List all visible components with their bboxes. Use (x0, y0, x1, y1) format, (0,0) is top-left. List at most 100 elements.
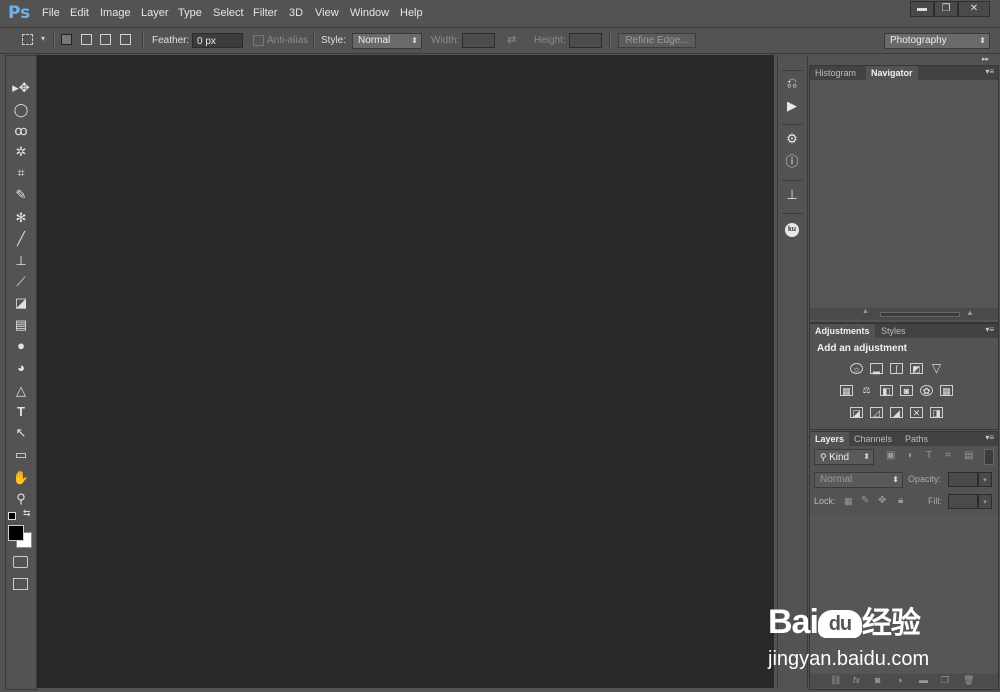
channel-mixer-icon[interactable]: ✿ (920, 385, 933, 396)
brush-tool-icon[interactable]: ╱ (10, 229, 32, 249)
history-brush-tool-icon[interactable]: ⟋ (10, 272, 32, 292)
clone-stamp-tool-icon[interactable]: ⊥ (10, 251, 32, 271)
zoom-out-icon[interactable]: ▲ (862, 308, 869, 315)
fill-input[interactable] (948, 494, 978, 509)
tab-adjustments[interactable]: Adjustments (810, 324, 875, 338)
dodge-tool-icon[interactable]: ◕ (10, 358, 32, 378)
add-selection-icon[interactable] (81, 34, 92, 45)
actions-play-icon[interactable]: ▶ (784, 98, 800, 114)
gradient-map-icon[interactable]: ◨ (930, 407, 943, 418)
pixel-filter-icon[interactable]: ▣ (886, 450, 895, 461)
hue-saturation-icon[interactable]: ▦ (840, 385, 853, 396)
close-button[interactable]: ✕ (958, 1, 990, 17)
layer-mask-icon[interactable]: ◙ (875, 675, 880, 685)
new-group-icon[interactable]: ▬ (919, 675, 928, 685)
lock-all-icon[interactable]: 🔒︎ (898, 495, 903, 506)
workspace-select[interactable]: Photography ⬍ (884, 33, 990, 49)
layer-filter-select[interactable]: ⚲ Kind ⬍ (814, 449, 874, 465)
delete-layer-icon[interactable]: 🗑︎ (963, 675, 974, 686)
info-icon[interactable]: ⓘ (784, 154, 800, 170)
shape-filter-icon[interactable]: ⌗ (945, 450, 951, 461)
brightness-contrast-icon[interactable]: ☼ (850, 363, 863, 374)
kuler-icon[interactable]: ku (785, 223, 799, 237)
marquee-tool-icon[interactable]: ◯ (10, 100, 32, 120)
blend-mode-select[interactable]: Normal ⬍ (814, 472, 903, 488)
screen-mode-icon[interactable] (13, 578, 28, 590)
lock-image-icon[interactable]: ✎ (861, 495, 869, 506)
swap-colors-icon[interactable]: ⇆ (23, 508, 31, 519)
history-icon[interactable]: ⎌ (784, 75, 800, 91)
path-selection-tool-icon[interactable]: ↖ (10, 423, 32, 443)
zoom-slider[interactable] (880, 312, 960, 317)
opacity-dropdown-icon[interactable]: ▾ (978, 472, 992, 487)
levels-icon[interactable]: ▂ (870, 363, 883, 374)
new-layer-icon[interactable]: ❐ (941, 675, 949, 686)
hand-tool-icon[interactable]: ✋ (10, 468, 32, 488)
curves-icon[interactable]: ∫ (890, 363, 903, 374)
adjustment-layer-icon[interactable]: ◑ (897, 675, 902, 685)
height-input[interactable] (569, 33, 602, 48)
lock-transparent-icon[interactable]: ▦ (844, 496, 853, 507)
smart-object-filter-icon[interactable]: ▤ (964, 450, 973, 461)
magic-wand-tool-icon[interactable]: ✲ (10, 142, 32, 162)
menu-layer[interactable]: Layer (141, 7, 169, 19)
new-selection-icon[interactable] (61, 34, 72, 45)
rectangle-tool-icon[interactable]: ▭ (10, 445, 32, 465)
black-white-icon[interactable]: ◧ (880, 385, 893, 396)
foreground-color-swatch[interactable] (8, 525, 24, 541)
tool-preset-chevron-icon[interactable]: ▾ (41, 34, 45, 43)
rect-marquee-icon[interactable] (22, 34, 33, 45)
invert-icon[interactable]: ◪ (850, 407, 863, 418)
tab-navigator[interactable]: Navigator (866, 66, 918, 80)
opacity-input[interactable] (948, 472, 978, 487)
tab-styles[interactable]: Styles (876, 324, 911, 338)
document-canvas-area[interactable] (37, 55, 774, 688)
gradient-tool-icon[interactable]: ▤ (10, 315, 32, 335)
menu-help[interactable]: Help (400, 7, 423, 19)
feather-input[interactable]: 0 px (192, 33, 243, 48)
minimize-button[interactable]: ▬ (910, 1, 934, 17)
eyedropper-tool-icon[interactable]: ✎ (10, 185, 32, 205)
tab-paths[interactable]: Paths (900, 432, 933, 446)
zoom-in-icon[interactable]: ▲ (966, 308, 974, 317)
eraser-tool-icon[interactable]: ◪ (10, 293, 32, 313)
menu-3d[interactable]: 3D (289, 7, 303, 19)
tab-histogram[interactable]: Histogram (810, 66, 861, 80)
threshold-icon[interactable]: ◢ (890, 407, 903, 418)
menu-edit[interactable]: Edit (70, 7, 89, 19)
clone-source-icon[interactable]: ⊥ (784, 187, 800, 203)
color-balance-icon[interactable]: ⚖ (860, 385, 873, 396)
color-lookup-icon[interactable]: ▦ (940, 385, 953, 396)
collapse-dock-icon[interactable]: ▸▸ (982, 55, 989, 63)
menu-view[interactable]: View (315, 7, 339, 19)
menu-file[interactable]: File (42, 7, 60, 19)
pen-tool-icon[interactable]: △ (10, 381, 32, 401)
healing-brush-tool-icon[interactable]: ✻ (10, 208, 32, 228)
blur-tool-icon[interactable]: ● (10, 336, 32, 356)
type-filter-icon[interactable]: T (926, 450, 932, 461)
panel-menu-icon[interactable]: ▾≡ (985, 67, 994, 76)
link-layers-icon[interactable]: ⛓ (830, 675, 841, 686)
default-colors-icon[interactable] (8, 512, 16, 520)
lock-position-icon[interactable]: ✥ (878, 495, 886, 506)
tab-channels[interactable]: Channels (849, 432, 897, 446)
quick-mask-icon[interactable] (13, 556, 28, 568)
width-input[interactable] (462, 33, 495, 48)
swap-icon[interactable]: ⇄ (507, 33, 516, 46)
fill-dropdown-icon[interactable]: ▾ (978, 494, 992, 509)
photo-filter-icon[interactable]: ◙ (900, 385, 913, 396)
type-tool-icon[interactable]: T (10, 402, 32, 422)
menu-window[interactable]: Window (350, 7, 389, 19)
refine-edge-button[interactable]: Refine Edge... (618, 33, 696, 48)
menu-type[interactable]: Type (178, 7, 202, 19)
move-tool-icon[interactable]: ▸✥ (10, 78, 32, 98)
panel-menu-icon[interactable]: ▾≡ (985, 433, 994, 442)
exposure-icon[interactable]: ◩ (910, 363, 923, 374)
properties-icon[interactable]: ⚙ (784, 131, 800, 147)
filter-toggle[interactable] (984, 449, 994, 465)
maximize-button[interactable]: ❐ (934, 1, 958, 17)
subtract-selection-icon[interactable] (100, 34, 111, 45)
panel-menu-icon[interactable]: ▾≡ (985, 325, 994, 334)
intersect-selection-icon[interactable] (120, 34, 131, 45)
lasso-tool-icon[interactable]: ꝏ (10, 121, 32, 141)
